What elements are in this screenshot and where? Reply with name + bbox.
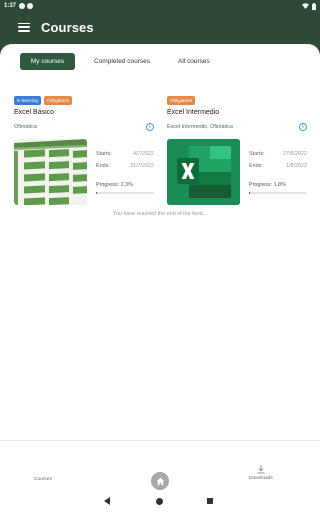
nav-courses-label: Courses <box>34 477 52 482</box>
starts-label: Starts: <box>249 151 265 157</box>
notification-icon-2 <box>27 3 34 9</box>
bottom-navigation: Courses Downloads <box>0 440 320 490</box>
info-icon[interactable]: i <box>146 123 154 131</box>
tab-my-courses[interactable]: My courses <box>20 53 75 70</box>
progress-fill <box>96 192 98 194</box>
start-date: 27/6/2022 <box>283 151 307 157</box>
course-title: Excel Intermedio <box>167 109 220 116</box>
course-title: Excel Básico <box>14 109 55 116</box>
end-date: 31/7/2022 <box>130 163 154 169</box>
course-meta: Starts: 27/6/2022 Ends: 1/8/2022 Progres… <box>249 139 307 205</box>
nav-downloads-label: Downloads <box>249 476 273 481</box>
course-card-excel-basico[interactable]: E-learning Obligatorio Excel Básico Ofim… <box>14 96 154 205</box>
course-category: Ofimática <box>14 124 37 130</box>
notification-icon <box>19 3 26 9</box>
badge-obligatorio: Obligatorio <box>43 96 73 105</box>
app-bar: Courses <box>0 12 320 42</box>
progress-fill <box>249 192 251 194</box>
ends-label: Ends: <box>96 163 110 169</box>
course-meta: Starts: 4/7/2022 Ends: 31/7/2022 Progres… <box>96 139 154 205</box>
badge-row: Obligatorio <box>167 96 307 105</box>
home-icon <box>156 477 164 485</box>
end-date: 1/8/2022 <box>286 163 307 169</box>
course-tabs: My courses Completed courses All courses <box>20 53 219 70</box>
excel-icon <box>167 139 240 205</box>
starts-label: Starts: <box>96 151 112 157</box>
wifi-icon <box>302 3 309 9</box>
spreadsheet-illustration <box>14 139 87 205</box>
content-sheet: My courses Completed courses All courses… <box>0 44 320 440</box>
start-date: 4/7/2022 <box>133 151 154 157</box>
course-card-excel-intermedio[interactable]: Obligatorio Excel Intermedio Excel Inter… <box>167 96 307 205</box>
ends-label: Ends: <box>249 163 263 169</box>
recent-apps-icon[interactable] <box>207 498 213 504</box>
feed-end-message: You have reached the end of the feed... <box>112 211 208 217</box>
battery-icon <box>312 2 316 10</box>
course-category: Excel Intermedio, Ofimática <box>167 124 233 130</box>
tab-all-courses[interactable]: All courses <box>169 53 219 70</box>
tab-completed-courses[interactable]: Completed courses <box>85 53 159 70</box>
nav-downloads[interactable]: Downloads <box>249 465 273 481</box>
page-title: Courses <box>41 19 94 35</box>
home-button[interactable] <box>151 472 169 490</box>
progress-bar <box>96 192 154 194</box>
info-icon[interactable]: i <box>299 123 307 131</box>
progress-bar <box>249 192 307 194</box>
system-navigation-bar <box>0 490 320 512</box>
status-time: 1:37 <box>4 3 17 9</box>
status-bar: 1:37 <box>0 0 320 12</box>
hamburger-menu-icon[interactable] <box>18 22 30 32</box>
progress-label: Progress: 2.3% <box>96 182 133 188</box>
progress-label: Progress: 1.8% <box>249 182 286 188</box>
nav-courses[interactable]: Courses <box>34 477 52 482</box>
system-home-icon[interactable] <box>156 498 163 505</box>
badge-obligatorio: Obligatorio <box>167 96 196 105</box>
badge-row: E-learning Obligatorio <box>14 96 154 105</box>
download-icon <box>257 465 265 474</box>
badge-e-learning: E-learning <box>14 96 41 105</box>
excel-logo-thumbnail <box>167 139 240 205</box>
back-icon[interactable] <box>104 497 110 505</box>
course-thumbnail <box>14 139 87 205</box>
